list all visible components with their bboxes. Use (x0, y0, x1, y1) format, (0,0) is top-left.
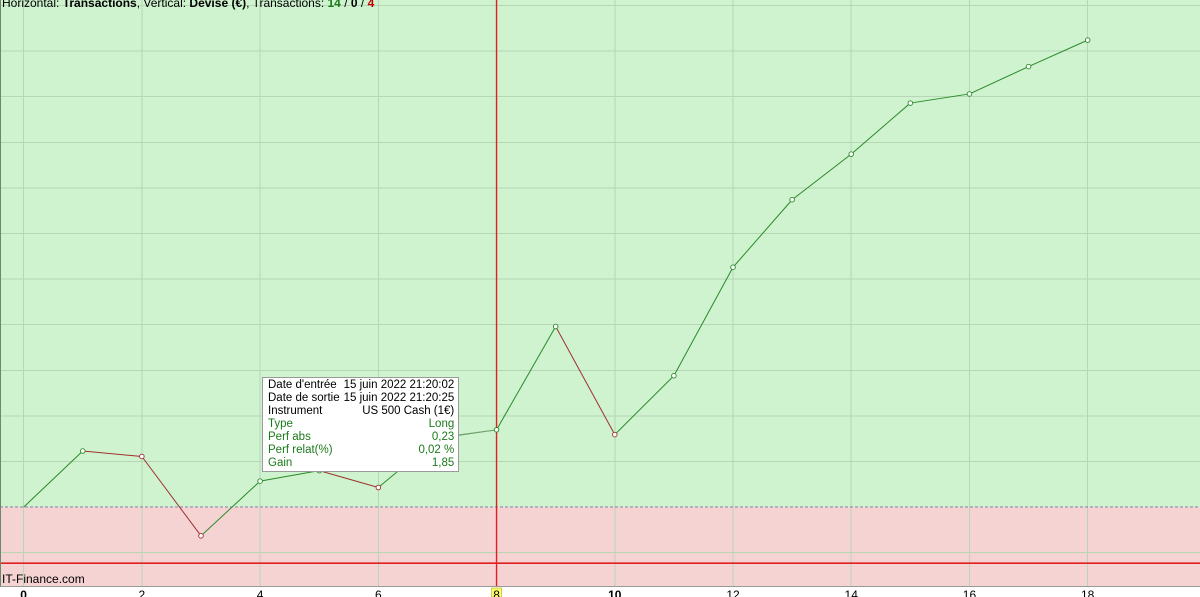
data-point (789, 196, 795, 203)
x-tick-label: 10 (608, 588, 622, 597)
transactions-prefix: , Transactions: (246, 0, 328, 10)
trade-tooltip: Date d'entrée 15 juin 2022 21:20:02 Date … (262, 377, 460, 472)
x-tick-label: 6 (375, 588, 382, 597)
loss-zone (0, 507, 1200, 586)
tooltip-table: Date d'entrée 15 juin 2022 21:20:02 Date … (266, 379, 456, 470)
tooltip-value: 0,23 (431, 431, 455, 443)
x-tick-label: 12 (726, 588, 740, 597)
tooltip-row: Date de sortie 15 juin 2022 21:20:25 (266, 392, 456, 405)
separator-2: / (357, 0, 368, 10)
horizontal-value: Transactions (62, 0, 137, 10)
data-point (493, 427, 500, 433)
watermark-text: IT-Finance.com (2, 572, 85, 586)
tooltip-label: Gain (268, 457, 293, 469)
data-point (671, 373, 677, 379)
data-point (1084, 37, 1091, 43)
tooltip-value: 15 juin 2022 21:20:25 (343, 392, 455, 404)
x-tick-label: 2 (139, 588, 146, 597)
tooltip-row: Perf relat(%) 0,02 % (266, 444, 456, 457)
winning-count: 14 (327, 0, 341, 10)
x-tick-label: 4 (257, 588, 264, 597)
x-tick-label: 18 (1081, 588, 1095, 597)
data-point (139, 453, 145, 460)
x-tick-label: 0 (20, 588, 27, 597)
data-point (907, 100, 914, 106)
tooltip-label: Date de sortie (268, 392, 340, 404)
data-point (257, 478, 263, 484)
tooltip-row: Type Long (266, 418, 456, 431)
tooltip-value: 1,85 (431, 457, 455, 469)
equity-chart[interactable]: 0 2 4 6 8 10 12 14 16 18 Horizontal: Transactions… (0, 0, 1200, 597)
data-point (375, 484, 382, 491)
x-tick-label: 8 (493, 588, 500, 597)
tooltip-label: Perf abs (268, 431, 311, 443)
tooltip-value: Long (428, 418, 455, 430)
chart-header: Horizontal: Transactions, Vertical: Devi… (2, 0, 374, 10)
x-tick-label: 16 (963, 588, 977, 597)
tooltip-label: Date d'entrée (268, 379, 337, 391)
data-point (1025, 63, 1032, 70)
data-point (552, 323, 559, 330)
tooltip-row: Instrument US 500 Cash (1€) (266, 405, 456, 418)
tooltip-row: Perf abs 0,23 (266, 431, 456, 444)
chart-svg: 0 2 4 6 8 10 12 14 16 18 (0, 0, 1200, 597)
data-point (612, 431, 618, 438)
separator-1: / (340, 0, 351, 10)
tooltip-label: Perf relat(%) (268, 444, 333, 456)
breakeven-count: 0 (350, 0, 358, 10)
vertical-value: Devise (€) (189, 0, 247, 10)
data-point (198, 533, 204, 539)
tooltip-value: US 500 Cash (1€) (362, 405, 455, 417)
data-point (730, 264, 736, 270)
x-axis-band (0, 586, 1200, 597)
losing-count: 4 (367, 0, 375, 10)
data-point (848, 151, 854, 157)
tooltip-value: 15 juin 2022 21:20:02 (343, 379, 455, 391)
tooltip-label: Type (268, 418, 293, 430)
tooltip-row: Gain 1,85 (266, 457, 456, 470)
tooltip-label: Instrument (268, 405, 323, 417)
data-point (966, 91, 973, 97)
profit-zone (0, 0, 1200, 508)
tooltip-value: 0,02 % (418, 444, 455, 456)
tooltip-row: Date d'entrée 15 juin 2022 21:20:02 (266, 379, 456, 392)
data-point (80, 448, 86, 454)
vertical-prefix: , Vertical: (136, 0, 190, 10)
x-tick-label: 14 (845, 588, 859, 597)
horizontal-prefix: Horizontal: (2, 0, 63, 10)
